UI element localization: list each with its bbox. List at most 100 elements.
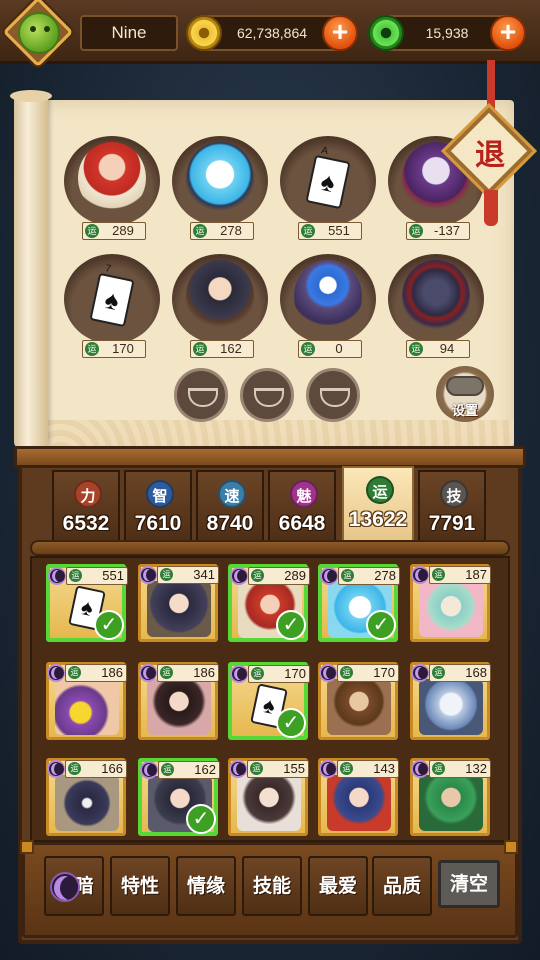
slot-luck-label: 运0: [298, 340, 362, 358]
moon-icon: [319, 664, 337, 682]
hero-luck-label: 运 170: [248, 665, 310, 683]
hero-card[interactable]: 运 155: [228, 758, 309, 836]
jade-amount: 15,938: [425, 25, 469, 41]
skill-icon: 技: [440, 480, 468, 508]
moon-icon: [230, 665, 248, 683]
tab-quality[interactable]: 品质: [372, 856, 432, 916]
hero-card[interactable]: 运 166: [46, 758, 127, 836]
hero-card[interactable]: 运 278 ✓: [318, 564, 400, 642]
empty-bowl-slot-1[interactable]: [174, 368, 228, 422]
shelf-bar: [30, 540, 510, 556]
exit-button[interactable]: 退: [445, 107, 533, 195]
top-bar: Nine 62,738,864 + 15,938 +: [0, 0, 540, 68]
slot-luck-label: 运 94: [406, 340, 470, 358]
character-portrait: [402, 260, 470, 332]
corner-ornament: [504, 840, 518, 854]
hero-card[interactable]: 运 341: [138, 564, 219, 642]
empty-bowl-slot-3[interactable]: [306, 368, 360, 422]
moon-icon: [411, 760, 429, 778]
hero-card[interactable]: A♠运170✓: [228, 662, 310, 740]
tab-skill[interactable]: 技能: [242, 856, 302, 916]
check-icon: ✓: [276, 708, 306, 738]
stat-skill[interactable]: 技 7791: [418, 470, 486, 542]
gold-resource: 62,738,864 +: [186, 15, 358, 51]
hero-portrait: [147, 679, 211, 735]
scroll-roll: [10, 90, 52, 448]
hero-portrait: [327, 775, 391, 831]
avatar[interactable]: [18, 12, 60, 54]
tab-dark[interactable]: 暗: [44, 856, 104, 916]
tassel: [484, 190, 498, 226]
intelligence-icon: 智: [146, 480, 174, 508]
character-portrait: [186, 142, 254, 214]
hero-luck-label: 运 143: [337, 760, 399, 778]
gold-coin-icon: [186, 15, 222, 51]
tab-favorite[interactable]: 最爱: [308, 856, 368, 916]
moon-icon: [229, 760, 247, 778]
hero-luck-label: 运 551: [66, 567, 128, 585]
stat-charm[interactable]: 魅 6648: [268, 470, 336, 542]
hero-luck-label: 运 186: [65, 664, 127, 682]
jade-coin-icon: [368, 15, 404, 51]
hero-card[interactable]: A♠运551✓: [46, 564, 128, 642]
check-icon: ✓: [94, 610, 124, 640]
strength-icon: 力: [74, 480, 102, 508]
team-slot-5[interactable]: 7 ♠ 运 170: [64, 254, 160, 358]
hero-card[interactable]: 运 162 ✓: [138, 758, 220, 836]
moon-icon: [50, 872, 80, 902]
add-gold-button[interactable]: +: [322, 15, 358, 51]
character-portrait: [186, 260, 254, 332]
gold-amount: 62,738,864: [236, 25, 308, 41]
cabinet-top-beam: [14, 446, 526, 468]
moon-icon: [139, 566, 157, 584]
moon-icon: [411, 566, 429, 584]
stat-luck[interactable]: 运 13622: [342, 466, 414, 542]
team-slot-6[interactable]: 运 162: [172, 254, 268, 358]
hero-card[interactable]: 运 168: [410, 662, 491, 740]
hero-card[interactable]: 运 132: [410, 758, 491, 836]
hero-luck-label: 运 132: [429, 760, 491, 778]
empty-bowl-slot-2[interactable]: [240, 368, 294, 422]
slot-luck-label: 运 278: [190, 222, 254, 240]
team-slot-8[interactable]: 运 94: [388, 254, 484, 358]
hero-portrait: [327, 679, 391, 735]
character-portrait: [78, 142, 146, 214]
tab-bond[interactable]: 情缘: [176, 856, 236, 916]
hero-luck-label: 运 278: [338, 567, 400, 585]
hero-card[interactable]: 运 143: [318, 758, 399, 836]
settings-button[interactable]: 设置: [436, 366, 494, 422]
team-slot-3[interactable]: A ♠ 运 551: [280, 136, 376, 240]
add-jade-button[interactable]: +: [490, 15, 526, 51]
hero-card[interactable]: 运 186: [46, 662, 127, 740]
hero-luck-label: 运 187: [429, 566, 491, 584]
slot-luck-label: 运 -137: [406, 222, 470, 240]
moon-icon: [140, 761, 158, 779]
hero-luck-label: 运 168: [429, 664, 491, 682]
team-slot-2[interactable]: 运 278: [172, 136, 268, 240]
moon-icon: [47, 664, 65, 682]
team-slot-1[interactable]: 运 289: [64, 136, 160, 240]
team-slot-7[interactable]: 运0: [280, 254, 376, 358]
character-portrait: [294, 260, 362, 332]
moon-icon: [139, 664, 157, 682]
slot-luck-label: 运 170: [82, 340, 146, 358]
moon-icon: [48, 567, 66, 585]
hero-card[interactable]: 运 170: [318, 662, 399, 740]
charm-icon: 魅: [290, 480, 318, 508]
hero-card[interactable]: 运 186: [138, 662, 219, 740]
stat-strength[interactable]: 力 6532: [52, 470, 120, 542]
hero-luck-label: 运 162: [158, 761, 220, 779]
clear-button[interactable]: 清空: [438, 860, 500, 908]
moon-icon: [319, 760, 337, 778]
hero-card[interactable]: 运 289 ✓: [228, 564, 310, 642]
hero-card[interactable]: 运 187: [410, 564, 491, 642]
stat-intelligence[interactable]: 智 7610: [124, 470, 192, 542]
hero-luck-label: 运 186: [157, 664, 219, 682]
slot-luck-label: 运 551: [298, 222, 362, 240]
check-icon: ✓: [276, 610, 306, 640]
tab-trait[interactable]: 特性: [110, 856, 170, 916]
hero-luck-label: 运 166: [65, 760, 127, 778]
jade-resource: 15,938 +: [368, 15, 526, 51]
moon-icon: [320, 567, 338, 585]
stat-speed[interactable]: 速 8740: [196, 470, 264, 542]
